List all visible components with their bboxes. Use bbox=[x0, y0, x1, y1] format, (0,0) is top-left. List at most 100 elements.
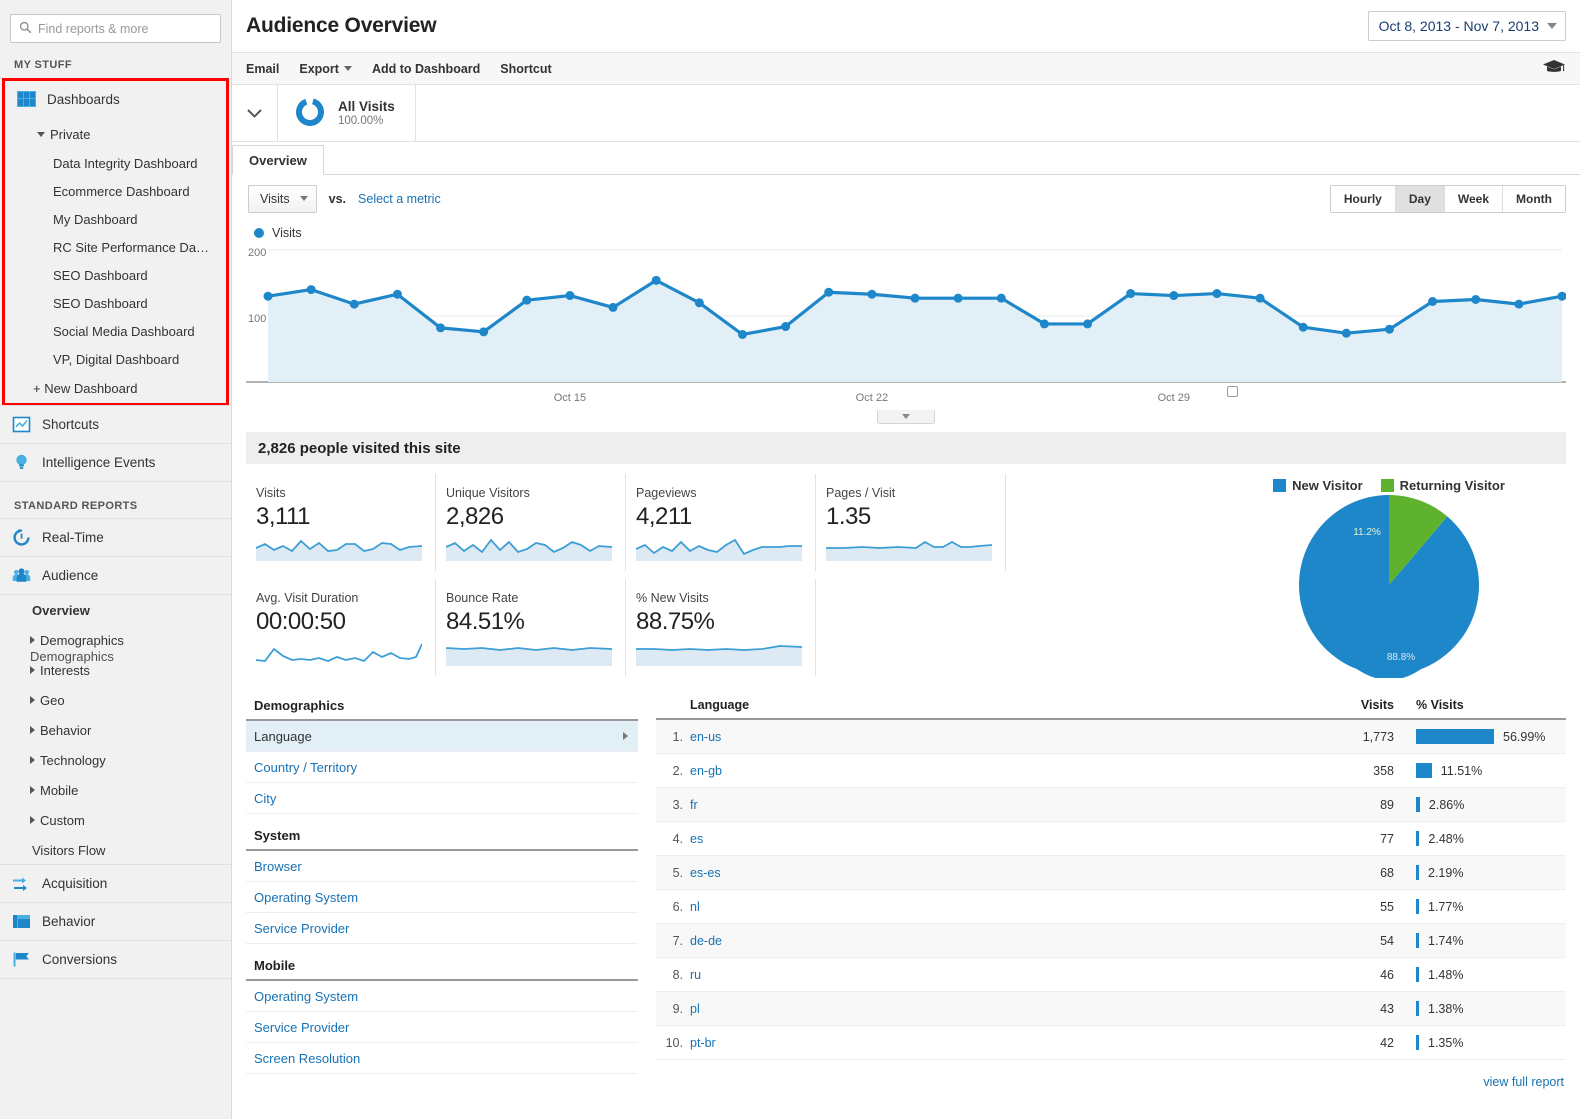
sidebar-item-geo[interactable]: Geo bbox=[0, 685, 231, 715]
search-box[interactable] bbox=[10, 14, 221, 43]
search-area bbox=[0, 0, 231, 53]
segment-collapse-toggle[interactable] bbox=[232, 85, 278, 141]
select-a-metric-link[interactable]: Select a metric bbox=[358, 192, 441, 206]
demographics-item-screen-resolution[interactable]: Screen Resolution bbox=[246, 1043, 638, 1074]
segment-name: All Visits bbox=[338, 98, 395, 114]
subnav-label: Visitors Flow bbox=[32, 842, 106, 858]
demographics-item-country-territory[interactable]: Country / Territory bbox=[246, 752, 638, 783]
language-link[interactable]: pt-br bbox=[690, 1036, 716, 1050]
list-item[interactable]: SEO Dashboard bbox=[5, 289, 226, 317]
sidebar-item-mobile[interactable]: Mobile bbox=[0, 775, 231, 805]
language-link[interactable]: es-es bbox=[690, 866, 721, 880]
granularity-week[interactable]: Week bbox=[1443, 185, 1503, 212]
demographics-item-browser[interactable]: Browser bbox=[246, 851, 638, 882]
row-language-cell: en-us bbox=[690, 719, 1332, 754]
sparkline bbox=[826, 540, 992, 561]
demographics-item-service-provider[interactable]: Service Provider bbox=[246, 1012, 638, 1043]
language-link[interactable]: ru bbox=[690, 968, 701, 982]
sidebar-item-visitors-flow[interactable]: Visitors Flow bbox=[0, 835, 231, 865]
date-range-label: Oct 8, 2013 - Nov 7, 2013 bbox=[1378, 18, 1539, 34]
segment-all-visits[interactable]: All Visits 100.00% bbox=[278, 85, 416, 141]
stat-card-pageviews[interactable]: Pageviews 4,211 bbox=[626, 474, 816, 571]
granularity-month[interactable]: Month bbox=[1502, 185, 1565, 212]
new-dashboard-button[interactable]: + New Dashboard bbox=[5, 373, 226, 403]
private-label: Private bbox=[50, 126, 91, 142]
list-item[interactable]: Data Integrity Dashboard bbox=[5, 149, 226, 177]
export-button[interactable]: Export bbox=[299, 62, 352, 76]
search-input[interactable] bbox=[38, 21, 212, 36]
sidebar-item-custom[interactable]: Custom bbox=[0, 805, 231, 835]
stat-card-percent-new-visits[interactable]: % New Visits 88.75% bbox=[626, 579, 816, 676]
language-link[interactable]: en-us bbox=[690, 730, 721, 744]
graduation-cap-icon[interactable] bbox=[1542, 59, 1566, 78]
sidebar-item-behavior-sub[interactable]: Behavior bbox=[0, 715, 231, 745]
shortcut-button[interactable]: Shortcut bbox=[500, 62, 551, 76]
list-item[interactable]: My Dashboard bbox=[5, 205, 226, 233]
demographics-item-city[interactable]: City bbox=[246, 783, 638, 814]
language-link[interactable]: es bbox=[690, 832, 703, 846]
language-link[interactable]: en-gb bbox=[690, 764, 722, 778]
sidebar-item-overview[interactable]: Overview bbox=[0, 595, 231, 625]
language-link[interactable]: de-de bbox=[690, 934, 722, 948]
demographics-item-operating-system[interactable]: Operating System bbox=[246, 981, 638, 1012]
sidebar-label-realtime: Real-Time bbox=[42, 530, 104, 545]
stat-card-bounce-rate[interactable]: Bounce Rate 84.51% bbox=[436, 579, 626, 676]
date-range-picker[interactable]: Oct 8, 2013 - Nov 7, 2013 bbox=[1367, 11, 1566, 41]
language-link[interactable]: fr bbox=[690, 798, 698, 812]
sidebar-item-behavior[interactable]: Behavior bbox=[0, 902, 231, 941]
pct-bar bbox=[1416, 1035, 1419, 1050]
sidebar-item-real-time[interactable]: Real-Time bbox=[0, 518, 231, 557]
report-toolbar: Email Export Add to Dashboard Shortcut bbox=[232, 53, 1580, 85]
sidebar-item-dashboards[interactable]: Dashboards bbox=[5, 80, 226, 119]
language-link[interactable]: nl bbox=[690, 900, 700, 914]
my-stuff-heading: MY STUFF bbox=[14, 59, 72, 71]
stat-card-empty bbox=[1006, 474, 1196, 571]
view-full-report-link[interactable]: view full report bbox=[1483, 1075, 1564, 1089]
pct-value: 2.86% bbox=[1428, 797, 1465, 812]
col-visits[interactable]: Visits bbox=[1332, 694, 1406, 720]
granularity-hourly[interactable]: Hourly bbox=[1330, 185, 1395, 212]
col-pct-visits[interactable]: % Visits bbox=[1406, 694, 1566, 720]
row-pct-cell: 2.86% bbox=[1406, 787, 1566, 822]
behavior-bars-icon bbox=[12, 912, 32, 932]
list-item[interactable]: Social Media Dashboard bbox=[5, 317, 226, 345]
list-item[interactable]: Ecommerce Dashboard bbox=[5, 177, 226, 205]
stat-card-avg-visit-duration[interactable]: Avg. Visit Duration 00:00:50 bbox=[246, 579, 436, 676]
email-button[interactable]: Email bbox=[246, 62, 279, 76]
pie-label-new-visitor: 88.8% bbox=[1387, 652, 1415, 663]
list-item[interactable]: RC Site Performance Da… bbox=[5, 233, 226, 261]
sidebar-item-shortcuts[interactable]: Shortcuts bbox=[0, 405, 231, 444]
visitor-type-pie-chart[interactable]: 88.8% 11.2% bbox=[1239, 493, 1539, 678]
pct-bar bbox=[1416, 1001, 1419, 1016]
list-item[interactable]: SEO Dashboard bbox=[5, 261, 226, 289]
granularity-day[interactable]: Day bbox=[1394, 185, 1444, 212]
sidebar-item-conversions[interactable]: Conversions bbox=[0, 940, 231, 979]
chevron-right-icon bbox=[30, 786, 35, 794]
tab-overview[interactable]: Overview bbox=[232, 145, 324, 175]
list-item[interactable]: VP, Digital Dashboard bbox=[5, 345, 226, 373]
sidebar-group-private[interactable]: Private bbox=[5, 119, 226, 149]
stat-card-pages-per-visit[interactable]: Pages / Visit 1.35 bbox=[816, 474, 1006, 571]
chart-annotation-marker[interactable] bbox=[1227, 386, 1239, 397]
demographics-item-label: City bbox=[254, 790, 277, 806]
add-to-dashboard-button[interactable]: Add to Dashboard bbox=[372, 62, 480, 76]
demographics-item-operating-system[interactable]: Operating System bbox=[246, 882, 638, 913]
stat-card-unique-visitors[interactable]: Unique Visitors 2,826 bbox=[436, 474, 626, 571]
demographics-item-label: Service Provider bbox=[254, 920, 350, 936]
chevron-right-icon bbox=[30, 756, 35, 764]
legend-swatch-returning-visitor bbox=[1380, 479, 1394, 492]
shortcuts-icon bbox=[12, 415, 32, 435]
metric-dropdown[interactable]: Visits bbox=[248, 184, 317, 213]
sidebar-item-acquisition[interactable]: Acquisition bbox=[0, 864, 231, 903]
chart-collapse-toggle[interactable] bbox=[877, 410, 935, 424]
language-link[interactable]: pl bbox=[690, 1002, 700, 1016]
stat-card-visits[interactable]: Visits 3,111 bbox=[246, 474, 436, 571]
demographics-item-language[interactable]: Language bbox=[246, 721, 638, 752]
sidebar-item-technology[interactable]: Technology bbox=[0, 745, 231, 775]
sidebar-item-intelligence-events[interactable]: Intelligence Events bbox=[0, 443, 231, 482]
y-axis-tick: 200 bbox=[248, 247, 267, 259]
col-language[interactable]: Language bbox=[690, 694, 1332, 720]
sidebar-item-audience[interactable]: Audience bbox=[0, 556, 231, 595]
pie-label-returning-visitor: 11.2% bbox=[1353, 527, 1381, 538]
demographics-item-service-provider[interactable]: Service Provider bbox=[246, 913, 638, 944]
